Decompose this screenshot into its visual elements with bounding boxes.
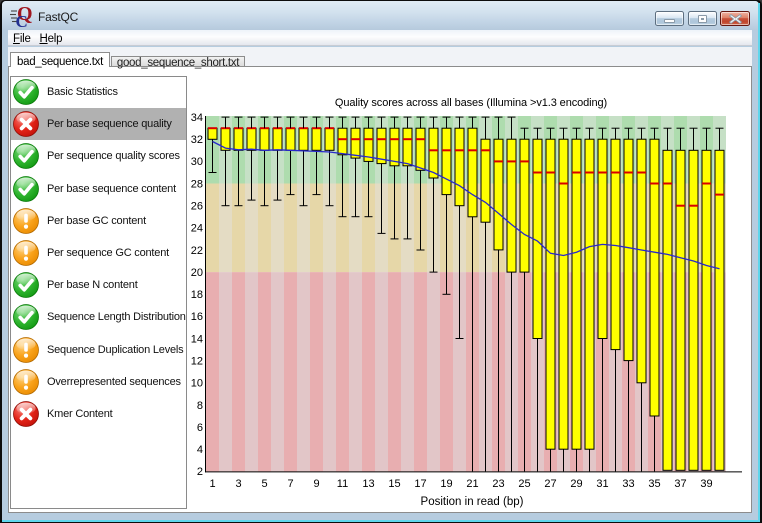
svg-text:13: 13 — [362, 478, 374, 490]
svg-text:Position in read (bp): Position in read (bp) — [421, 496, 524, 508]
svg-text:12: 12 — [191, 356, 203, 368]
svg-text:7: 7 — [287, 478, 293, 490]
svg-text:33: 33 — [622, 478, 634, 490]
svg-text:4: 4 — [197, 444, 203, 456]
svg-text:23: 23 — [492, 478, 504, 490]
svg-text:6: 6 — [197, 422, 203, 434]
svg-text:8: 8 — [197, 400, 203, 412]
svg-text:32: 32 — [191, 134, 203, 146]
svg-text:30: 30 — [191, 156, 203, 168]
svg-text:22: 22 — [191, 245, 203, 257]
svg-text:5: 5 — [261, 478, 267, 490]
svg-text:19: 19 — [440, 478, 452, 490]
svg-text:31: 31 — [596, 478, 608, 490]
svg-text:17: 17 — [414, 478, 426, 490]
svg-text:9: 9 — [313, 478, 319, 490]
svg-text:2: 2 — [197, 466, 203, 478]
svg-text:34: 34 — [191, 112, 203, 124]
svg-text:28: 28 — [191, 178, 203, 190]
svg-text:1: 1 — [209, 478, 215, 490]
svg-text:10: 10 — [191, 378, 203, 390]
svg-text:3: 3 — [235, 478, 241, 490]
svg-text:20: 20 — [191, 267, 203, 279]
svg-text:Quality scores across all base: Quality scores across all bases (Illumin… — [335, 97, 607, 109]
svg-text:C: C — [16, 12, 28, 29]
svg-text:16: 16 — [191, 311, 203, 323]
svg-text:18: 18 — [191, 289, 203, 301]
svg-text:24: 24 — [191, 223, 203, 235]
svg-text:35: 35 — [648, 478, 660, 490]
svg-text:37: 37 — [674, 478, 686, 490]
svg-text:15: 15 — [388, 478, 400, 490]
svg-text:29: 29 — [570, 478, 582, 490]
svg-text:39: 39 — [700, 478, 712, 490]
svg-text:26: 26 — [191, 201, 203, 213]
svg-text:21: 21 — [466, 478, 478, 490]
svg-text:14: 14 — [191, 333, 203, 345]
svg-text:11: 11 — [337, 478, 348, 490]
svg-text:25: 25 — [518, 478, 530, 490]
svg-text:27: 27 — [544, 478, 556, 490]
